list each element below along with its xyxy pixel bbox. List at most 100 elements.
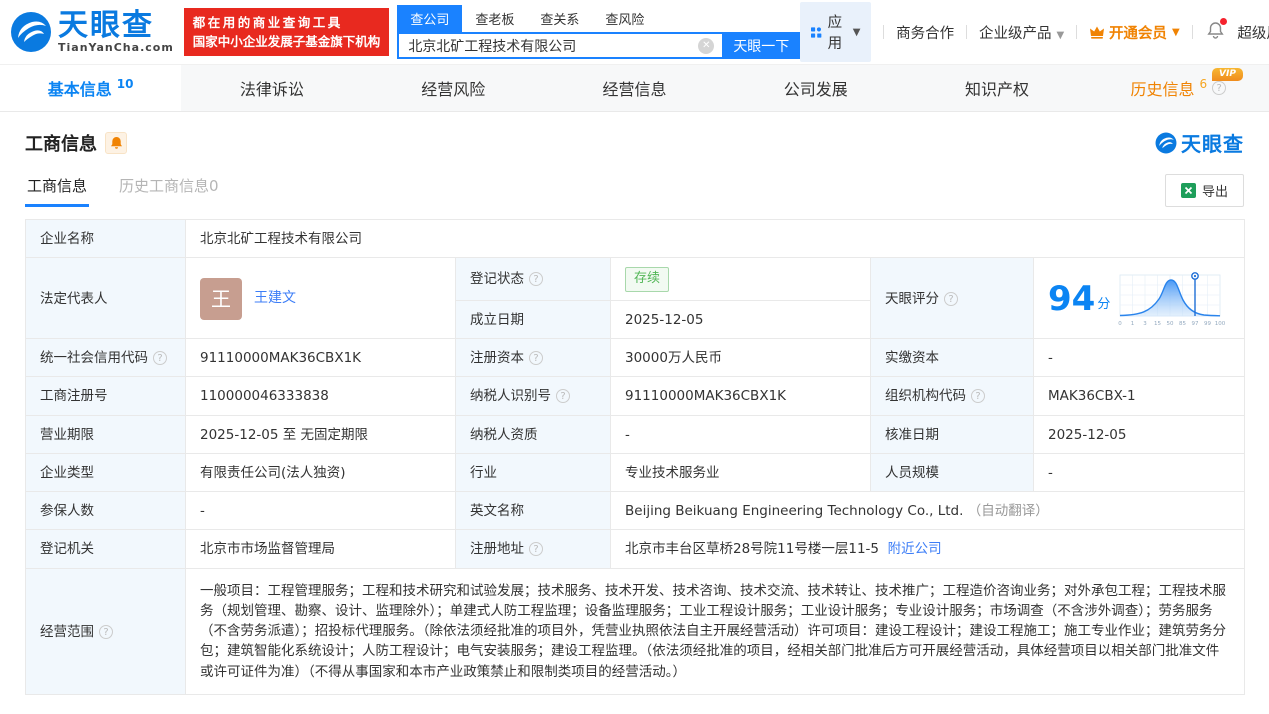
help-icon[interactable] <box>556 389 570 404</box>
watermark-text: 天眼查 <box>1181 132 1244 156</box>
help-icon[interactable] <box>1212 81 1227 95</box>
tab-operating-risk[interactable]: 经营风险 <box>363 65 544 111</box>
table-row: 企业类型 有限责任公司(法人独资) 行业 专业技术服务业 人员规模 - <box>25 452 1246 493</box>
nearby-companies-link[interactable]: 附近公司 <box>888 541 942 557</box>
header-right-nav: 应用 商务合作 企业级产品 开通会员 超级风... <box>800 2 1269 62</box>
field-label: 统一社会信用代码 <box>25 337 186 378</box>
field-label: 注册资本 <box>455 337 611 378</box>
search-button[interactable]: 天眼一下 <box>722 32 801 59</box>
subtab-business-info[interactable]: 工商信息 <box>25 167 90 207</box>
help-icon[interactable] <box>153 351 167 365</box>
business-term-value: 2025-12-05 至 无固定期限 <box>185 414 456 454</box>
tab-history-info-label: 历史信息 <box>1130 80 1195 99</box>
legal-rep-cell: 王 王建文 <box>185 257 456 339</box>
field-label: 登记机关 <box>25 529 186 569</box>
user-account-label: 超级风... <box>1237 25 1269 42</box>
tab-legal-litigation-label: 法律诉讼 <box>239 80 304 99</box>
tab-history-info-count: 6 <box>1199 77 1208 91</box>
open-vip-label: 开通会员 <box>1108 25 1167 42</box>
business-info-section: 工商信息 天眼查 工商信息 历史工商信息0 导出 <box>0 112 1269 207</box>
apps-menu-button[interactable]: 应用 <box>800 2 872 62</box>
field-label: 实缴资本 <box>870 337 1034 378</box>
help-icon[interactable] <box>529 542 543 557</box>
subtab-history-business-info[interactable]: 历史工商信息0 <box>117 167 221 207</box>
field-label: 注册地址 <box>455 529 611 569</box>
company-type-value: 有限责任公司(法人独资) <box>185 452 456 493</box>
user-account-menu[interactable]: 超级风... <box>1237 22 1269 43</box>
search-tab-company[interactable]: 查公司 <box>397 5 463 32</box>
enterprise-product-menu[interactable]: 企业级产品 <box>979 22 1064 43</box>
field-label: 英文名称 <box>455 490 611 531</box>
table-row: 参保人数 - 英文名称 Beijing Beikuang Engineering… <box>25 490 1246 531</box>
search-tab-boss[interactable]: 查老板 <box>462 5 527 32</box>
field-label: 行业 <box>455 452 611 493</box>
subscribe-bell-button[interactable] <box>105 131 127 154</box>
svg-text:100: 100 <box>1215 321 1226 327</box>
svg-text:3: 3 <box>1144 321 1148 327</box>
tab-basic-info-count: 10 <box>116 77 134 91</box>
field-label: 企业名称 <box>25 218 186 259</box>
score-value: 94 <box>1048 278 1096 319</box>
apps-grid-icon <box>811 26 822 38</box>
insured-count-value: - <box>185 490 456 531</box>
search-input[interactable] <box>397 32 723 59</box>
score-axis-labels: 0 1 3 15 50 85 97 99 100 <box>1119 321 1226 327</box>
help-icon[interactable] <box>529 272 543 287</box>
table-row: 登记机关 北京市市场监督管理局 注册地址 北京市丰台区草桥28号院11号楼一层1… <box>25 529 1246 569</box>
reg-capital-value: 30000万人民币 <box>610 337 871 378</box>
score-unit: 分 <box>1097 296 1111 312</box>
taxpayer-id-value: 91110000MAK36CBX1K <box>610 376 871 416</box>
avatar[interactable]: 王 <box>200 277 242 320</box>
score-distribution-chart[interactable]: 0 1 3 15 50 85 97 99 100 <box>1116 269 1228 329</box>
logo-brand-text: 天眼查 <box>58 7 154 43</box>
promo-badge: 都在用的商业查询工具 国家中小企业发展子基金旗下机构 <box>183 7 390 57</box>
field-label: 核准日期 <box>870 414 1034 454</box>
tab-operating-info-label: 经营信息 <box>602 80 667 99</box>
tab-basic-info[interactable]: 基本信息 10 <box>0 65 182 111</box>
export-button[interactable]: 导出 <box>1164 174 1244 207</box>
tab-intellectual-property[interactable]: 知识产权 <box>906 65 1087 111</box>
table-row: 法定代表人 王 王建文 登记状态 存续 天眼评分 94 分 <box>25 257 1246 339</box>
legal-rep-link[interactable]: 王建文 <box>254 288 296 309</box>
tab-operating-risk-label: 经营风险 <box>421 80 486 99</box>
tianyancha-logo-icon <box>1155 132 1177 153</box>
logo-domain-text: TianYanCha.com <box>58 40 174 54</box>
search-tab-risk[interactable]: 查风险 <box>592 5 657 32</box>
field-label: 企业类型 <box>25 452 186 493</box>
english-name-value: Beijing Beikuang Engineering Technology … <box>609 490 1246 531</box>
help-icon[interactable] <box>99 624 113 639</box>
field-label: 参保人数 <box>25 490 186 531</box>
notification-dot <box>1220 17 1228 25</box>
tab-company-development[interactable]: 公司发展 <box>725 65 906 111</box>
excel-icon <box>1180 183 1196 198</box>
svg-text:97: 97 <box>1192 321 1199 327</box>
promo-line1: 都在用的商业查询工具 <box>192 14 343 30</box>
business-scope-value: 一般项目：工程管理服务；工程和技术研究和试验发展；技术服务、技术开发、技术咨询、… <box>184 567 1246 695</box>
tab-intellectual-property-label: 知识产权 <box>965 80 1030 99</box>
table-row: 企业名称 北京北矿工程技术有限公司 <box>25 218 1246 259</box>
reg-address-value: 北京市丰台区草桥28号院11号楼一层11-5 附近公司 <box>609 529 1246 569</box>
tab-company-development-label: 公司发展 <box>783 80 848 99</box>
tab-operating-info[interactable]: 经营信息 <box>544 65 725 111</box>
business-info-table: 企业名称 北京北矿工程技术有限公司 法定代表人 王 王建文 登记状态 存续 天眼… <box>25 218 1246 695</box>
divider <box>883 25 885 39</box>
help-icon[interactable] <box>529 351 543 365</box>
open-vip-menu[interactable]: 开通会员 <box>1089 22 1180 43</box>
establish-date-value: 2025-12-05 <box>610 299 871 340</box>
svg-text:99: 99 <box>1204 321 1211 327</box>
help-icon[interactable] <box>971 389 985 404</box>
search-tab-relation[interactable]: 查关系 <box>527 5 592 32</box>
notification-bell-button[interactable] <box>1206 17 1228 44</box>
chevron-down-icon <box>853 27 861 38</box>
tianyancha-logo[interactable]: 天眼查 TianYanCha.com <box>10 7 174 54</box>
business-cooperation-link[interactable]: 商务合作 <box>896 22 954 43</box>
tab-legal-litigation[interactable]: 法律诉讼 <box>181 65 362 111</box>
search-area: 查公司 查老板 查关系 查风险 天眼一下 <box>397 5 801 59</box>
svg-text:0: 0 <box>1119 321 1123 327</box>
tab-basic-info-label: 基本信息 <box>47 80 112 99</box>
field-label: 经营范围 <box>25 567 186 695</box>
status-badge: 存续 <box>625 267 670 292</box>
divider <box>1076 25 1077 39</box>
help-icon[interactable] <box>944 291 958 306</box>
tab-history-info[interactable]: VIP 历史信息 6 <box>1088 65 1269 111</box>
